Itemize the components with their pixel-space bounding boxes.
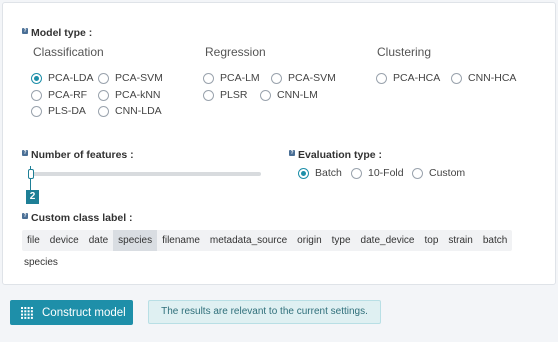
radio-dot (98, 105, 109, 117)
radio-dot (351, 167, 362, 179)
radio-pca-hca[interactable]: PCA-HCA (376, 72, 440, 84)
radio-pca-knn[interactable]: PCA-kNN (98, 89, 161, 101)
radio-dot (412, 167, 423, 179)
radio-pca-lm[interactable]: PCA-LM (203, 72, 260, 84)
radio-pca-svm-regression[interactable]: PCA-SVM (271, 72, 336, 84)
features-slider-handle[interactable] (28, 169, 34, 179)
radio-label: PCA-HCA (393, 72, 441, 84)
radio-pca-svm-classification[interactable]: PCA-SVM (98, 72, 163, 84)
selected-class-label: species (24, 257, 58, 268)
radio-dot (203, 89, 214, 101)
features-slider-value: 2 (26, 190, 39, 204)
radio-label: CNN-LM (277, 89, 318, 101)
number-of-features-label: Number of features : (31, 149, 134, 161)
radio-dot (271, 72, 282, 84)
radio-cnn-lda[interactable]: CNN-LDA (98, 105, 162, 117)
radio-pls-da[interactable]: PLS-DA (31, 105, 86, 117)
radio-label: CNN-HCA (468, 72, 517, 84)
radio-pca-rf[interactable]: PCA-RF (31, 89, 87, 101)
radio-dot (98, 72, 109, 84)
radio-custom[interactable]: Custom (412, 167, 465, 179)
clustering-header: Clustering (377, 45, 432, 59)
help-icon[interactable]: ? (22, 213, 28, 219)
radio-pca-lda[interactable]: PCA-LDA (31, 72, 94, 84)
radio-label: PCA-LM (220, 72, 260, 84)
construct-model-button[interactable]: Construct model (10, 300, 133, 325)
radio-dot (298, 167, 309, 179)
radio-plsr[interactable]: PLSR (203, 89, 247, 101)
radio-label: PLS-DA (48, 105, 86, 117)
radio-cnn-lm[interactable]: CNN-LM (260, 89, 318, 101)
class-label-chip-list: file device date species filename metada… (22, 230, 513, 251)
chip-device[interactable]: device (45, 230, 84, 251)
chip-date[interactable]: date (84, 230, 113, 251)
chip-species[interactable]: species (113, 230, 158, 251)
radio-label: Custom (429, 167, 466, 179)
chip-origin[interactable]: origin (292, 230, 326, 251)
chip-top[interactable]: top (419, 230, 443, 251)
regression-header: Regression (205, 45, 266, 59)
chip-file[interactable]: file (22, 230, 45, 251)
radio-dot (98, 89, 109, 101)
classification-header: Classification (33, 45, 104, 59)
radio-label: PCA-RF (48, 89, 88, 101)
radio-label: PCA-LDA (48, 72, 94, 84)
radio-10-fold[interactable]: 10-Fold (351, 167, 404, 179)
radio-dot (31, 105, 42, 117)
construct-model-label: Construct model (42, 306, 126, 319)
chip-strain[interactable]: strain (443, 230, 477, 251)
chip-date-device[interactable]: date_device (356, 230, 420, 251)
radio-dot (203, 72, 214, 84)
radio-dot (31, 89, 42, 101)
radio-label: PCA-SVM (115, 72, 163, 84)
features-slider-track[interactable] (30, 172, 261, 176)
chip-filename[interactable]: filename (157, 230, 205, 251)
grid-icon (21, 306, 33, 319)
help-icon[interactable]: ? (289, 150, 295, 156)
radio-cnn-hca[interactable]: CNN-HCA (451, 72, 516, 84)
radio-label: CNN-LDA (115, 105, 162, 117)
custom-class-label-label: Custom class label : (31, 212, 133, 224)
chip-metadata-source[interactable]: metadata_source (205, 230, 292, 251)
chip-type[interactable]: type (327, 230, 356, 251)
model-type-label: Model type : (31, 27, 93, 39)
radio-dot (31, 72, 42, 84)
radio-label: PCA-kNN (115, 89, 161, 101)
radio-label: Batch (315, 167, 342, 179)
help-icon[interactable]: ? (22, 28, 28, 34)
help-icon[interactable]: ? (22, 150, 28, 156)
evaluation-type-label: Evaluation type : (298, 149, 383, 161)
radio-dot (376, 72, 387, 84)
radio-label: PCA-SVM (288, 72, 336, 84)
chip-batch[interactable]: batch (478, 230, 512, 251)
radio-label: 10-Fold (368, 167, 404, 179)
status-message: The results are relevant to the current … (148, 300, 381, 324)
radio-label: PLSR (220, 89, 248, 101)
radio-batch[interactable]: Batch (298, 167, 342, 179)
radio-dot (451, 72, 462, 84)
radio-dot (260, 89, 271, 101)
